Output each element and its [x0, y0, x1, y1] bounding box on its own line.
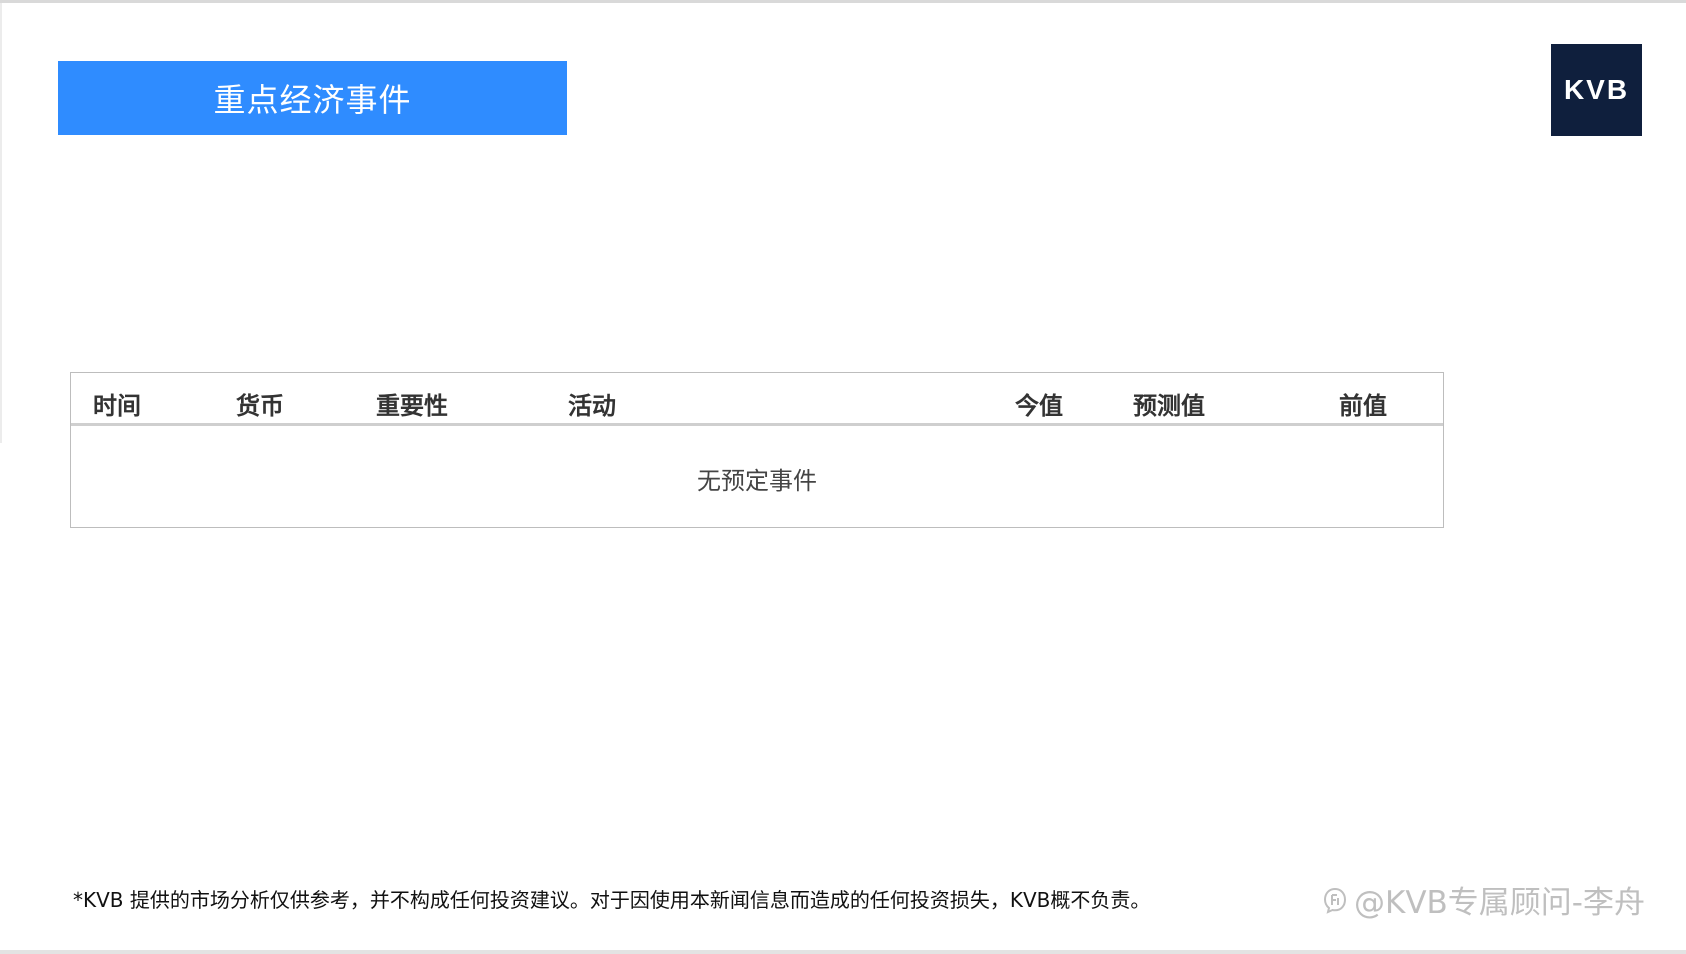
empty-state-message: 无预定事件 — [697, 466, 817, 495]
top-divider — [0, 0, 1686, 3]
watermark: @KVB专属顾问-李舟 — [1320, 877, 1645, 922]
column-header-time: 时间 — [93, 392, 141, 420]
title-banner: 重点经济事件 — [58, 61, 567, 135]
economic-events-table: 时间 货币 重要性 活动 今值 预测值 前值 无预定事件 — [70, 372, 1444, 528]
column-header-forecast: 预测值 — [1133, 392, 1205, 420]
column-header-activity: 活动 — [568, 392, 616, 420]
column-header-importance: 重要性 — [376, 392, 448, 420]
page-title: 重点经济事件 — [213, 81, 412, 119]
column-header-previous: 前值 — [1339, 392, 1387, 420]
column-header-actual: 今值 — [1015, 392, 1063, 420]
logo-text: KVB — [1563, 74, 1630, 105]
zhihu-logo-icon — [1320, 885, 1350, 915]
column-header-currency: 货币 — [236, 392, 284, 420]
disclaimer-text: *KVB 提供的市场分析仅供参考，并不构成任何投资建议。对于因使用本新闻信息而造… — [73, 888, 1151, 912]
bottom-divider — [0, 950, 1686, 954]
table-header-row: 时间 货币 重要性 活动 今值 预测值 前值 — [71, 373, 1443, 426]
kvb-logo: KVB — [1551, 44, 1642, 136]
watermark-text: @KVB专属顾问-李舟 — [1354, 885, 1645, 921]
left-divider — [0, 3, 2, 443]
